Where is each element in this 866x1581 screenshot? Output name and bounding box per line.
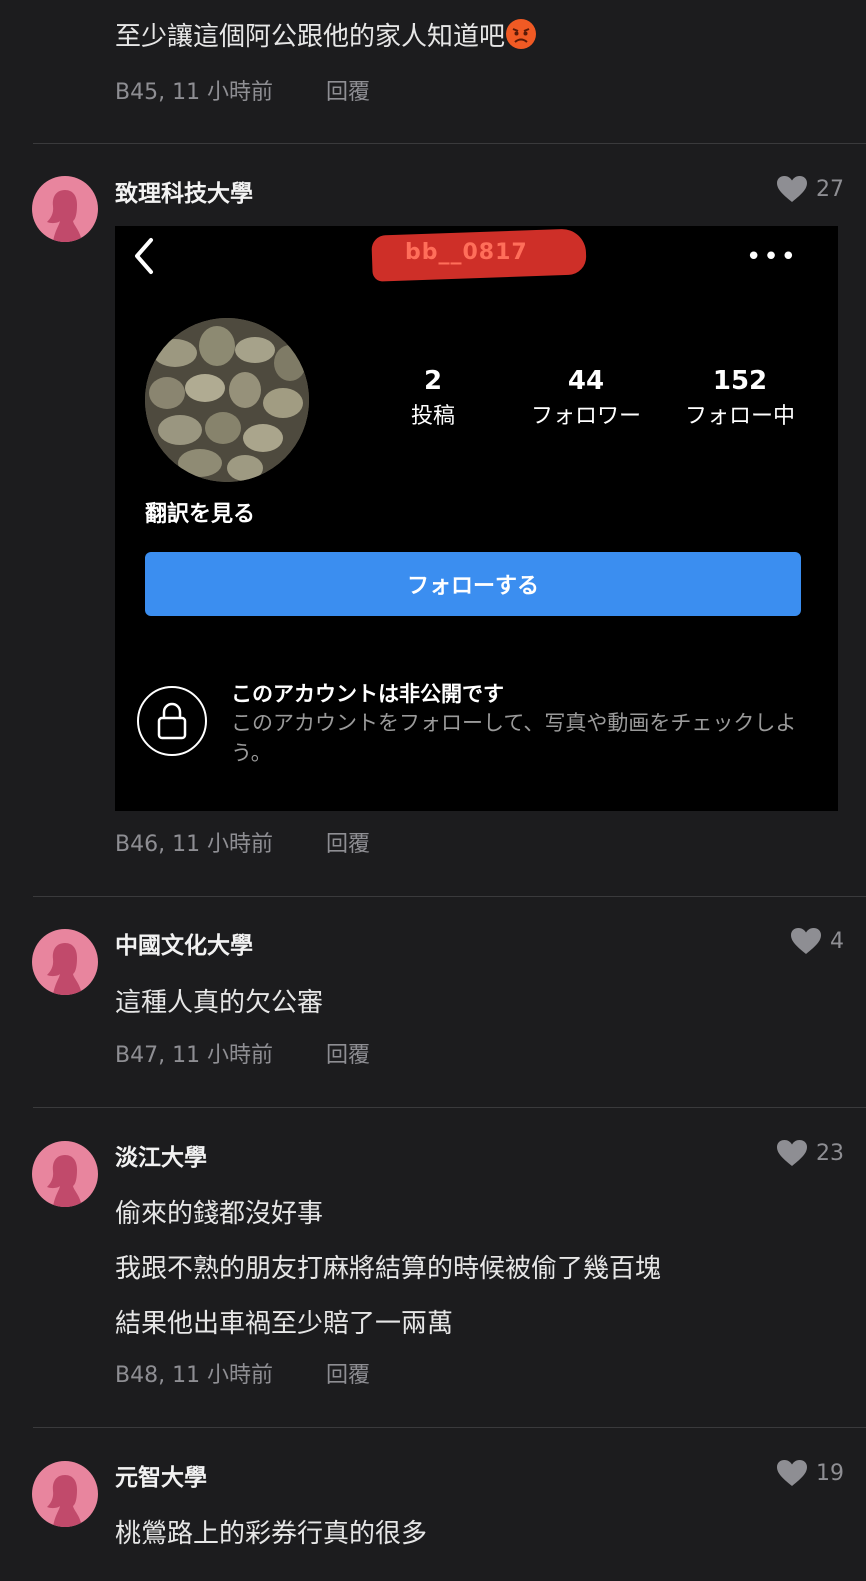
comment-text: 至少讓這個阿公跟他的家人知道吧 [115, 16, 537, 53]
comment-meta: B46, 11 小時前 [115, 832, 274, 857]
username[interactable]: 元智大學 [115, 1458, 207, 1492]
like-count: 19 [816, 1460, 844, 1486]
private-account-description: このアカウントをフォローして、写真や動画をチェックしよう。 [231, 711, 797, 765]
see-translation-link[interactable]: 翻訳を見る [145, 496, 255, 528]
heart-icon [777, 1460, 807, 1486]
comment-text: 結果他出車禍至少賠了一兩萬 [115, 1309, 454, 1339]
profile-handle: bb__0817 [405, 240, 528, 265]
stat-number: 2 [423, 366, 443, 396]
comment-text: 這種人真的欠公審 [115, 988, 324, 1018]
follow-button[interactable]: フォローする [145, 552, 801, 616]
like-button[interactable]: 27 [776, 175, 844, 203]
username[interactable]: 中國文化大學 [115, 926, 253, 960]
stat-following[interactable]: 152 フォロー中 [669, 366, 811, 430]
divider [33, 1107, 866, 1108]
stat-number: 44 [567, 366, 605, 396]
stat-label: フォロー中 [684, 404, 795, 429]
comment-text: 桃鶯路上的彩券行真的很多 [115, 1519, 428, 1549]
comment-text: 我跟不熟的朋友打麻將結算的時候被偷了幾百塊 [115, 1254, 662, 1284]
more-options-icon: ••• [745, 242, 798, 272]
like-button[interactable]: 23 [776, 1139, 844, 1167]
divider [33, 896, 866, 897]
comment-text-content: 至少讓這個阿公跟他的家人知道吧 [115, 22, 506, 52]
comment-meta: B48, 11 小時前 [115, 1363, 274, 1388]
reply-button[interactable]: 回覆 [326, 1357, 370, 1389]
avatar[interactable] [32, 929, 98, 995]
rock-wall-image [145, 318, 309, 482]
username[interactable]: 淡江大學 [115, 1138, 207, 1172]
female-silhouette-icon [47, 1155, 82, 1207]
like-count: 23 [816, 1140, 844, 1166]
reply-button[interactable]: 回覆 [326, 1037, 370, 1069]
reply-button[interactable]: 回覆 [326, 826, 370, 858]
stat-label: フォロワー [530, 404, 641, 429]
like-count: 27 [816, 176, 844, 202]
avatar[interactable] [32, 1141, 98, 1207]
stat-posts[interactable]: 2 投稿 [383, 366, 483, 430]
stat-number: 152 [712, 366, 768, 396]
lock-icon [137, 686, 207, 756]
comment-meta: B45, 11 小時前 [115, 80, 274, 105]
stat-label: 投稿 [410, 404, 455, 429]
divider [33, 143, 866, 144]
female-silhouette-icon [47, 190, 82, 242]
like-count: 4 [830, 928, 844, 954]
angry-face-emoji-icon [505, 18, 537, 50]
embedded-screenshot[interactable]: bb__0817 ••• 2 投稿 44 フォロワー 152 フォロー中 翻訳を [115, 226, 838, 811]
heart-icon [777, 176, 807, 202]
heart-icon [791, 928, 821, 954]
female-silhouette-icon [47, 1475, 82, 1527]
avatar[interactable] [32, 176, 98, 242]
comment-text: 偷來的錢都沒好事 [115, 1199, 324, 1229]
heart-icon [777, 1140, 807, 1166]
profile-picture [145, 318, 309, 482]
female-silhouette-icon [47, 943, 82, 995]
divider [33, 1427, 866, 1428]
username[interactable]: 致理科技大學 [115, 174, 253, 208]
private-account-title: このアカウントは非公開です [231, 682, 504, 706]
avatar[interactable] [32, 1461, 98, 1527]
like-button[interactable]: 4 [790, 927, 844, 955]
stat-followers[interactable]: 44 フォロワー [515, 366, 657, 430]
reply-button[interactable]: 回覆 [326, 74, 370, 106]
back-arrow-icon [135, 238, 153, 274]
like-button[interactable]: 19 [776, 1459, 844, 1487]
comment-meta: B47, 11 小時前 [115, 1043, 274, 1068]
